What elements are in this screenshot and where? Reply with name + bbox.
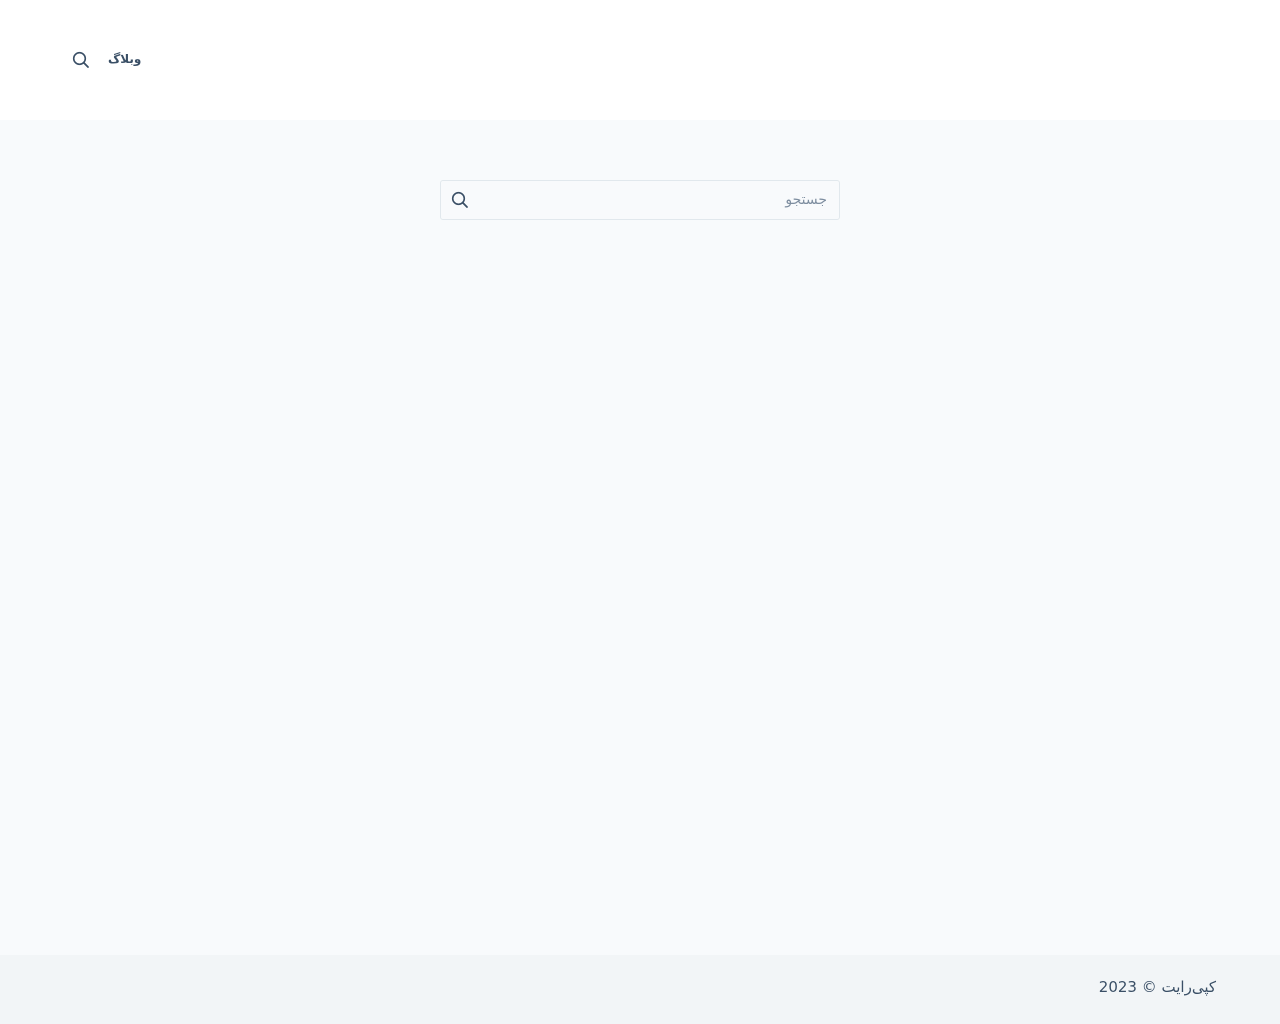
header-search-button[interactable] — [70, 49, 92, 71]
main-content — [0, 120, 1280, 955]
nav-item-blog[interactable]: وبلاگ — [108, 50, 141, 68]
search-input[interactable] — [481, 181, 839, 219]
search-submit-button[interactable] — [449, 189, 471, 211]
search-icon — [451, 191, 468, 208]
search-form — [440, 180, 840, 220]
page: وبلاگ کپی‌رایت © 2023 — [0, 0, 1280, 1024]
search-icon — [72, 51, 89, 68]
site-footer: کپی‌رایت © 2023 — [0, 955, 1280, 1024]
site-header: وبلاگ — [0, 0, 1280, 120]
copyright-text: کپی‌رایت © 2023 — [1098, 978, 1216, 996]
